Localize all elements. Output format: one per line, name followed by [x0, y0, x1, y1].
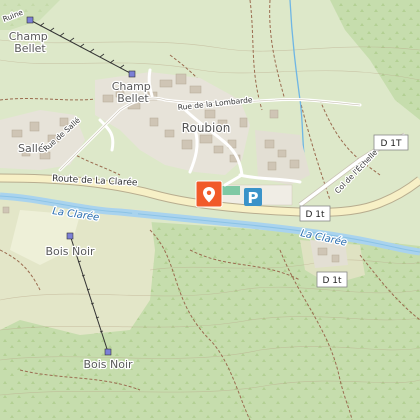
road-shield-d1t-north-text: D 1T	[380, 139, 402, 149]
road-shield-d1t-middle: D 1t	[299, 205, 331, 222]
road-shield-d1t-north: D 1T	[373, 134, 409, 151]
road-shield-d1t-middle-text: D 1t	[305, 210, 325, 220]
parking-sign-label: P	[248, 189, 259, 207]
place-label-salle: Sallé	[18, 142, 45, 155]
map-view[interactable]: Champ Bellet Champ Bellet Roubion Sallé …	[0, 0, 420, 420]
place-label-bois-noir-north: Bois Noir	[45, 245, 95, 258]
place-label-champ-bellet-top: Champ Bellet	[9, 30, 52, 55]
location-pin-dot	[206, 190, 212, 195]
road-shield-d1t-south: D 1t	[316, 271, 348, 288]
location-marker[interactable]	[195, 180, 223, 208]
river-pool	[132, 211, 138, 217]
place-label-champ-bellet: Champ Bellet	[112, 80, 155, 105]
map-canvas[interactable]: Champ Bellet Champ Bellet Roubion Sallé …	[0, 0, 420, 420]
road-shield-d1t-south-text: D 1t	[322, 276, 342, 286]
champ-bellet-top-line2: Bellet	[14, 42, 46, 55]
green-facility	[222, 186, 240, 195]
place-label-roubion: Roubion	[182, 121, 231, 135]
parking-sign[interactable]: P	[244, 188, 262, 207]
place-label-bois-noir-south: Bois Noir	[83, 358, 133, 371]
champ-bellet-line2: Bellet	[117, 92, 149, 105]
